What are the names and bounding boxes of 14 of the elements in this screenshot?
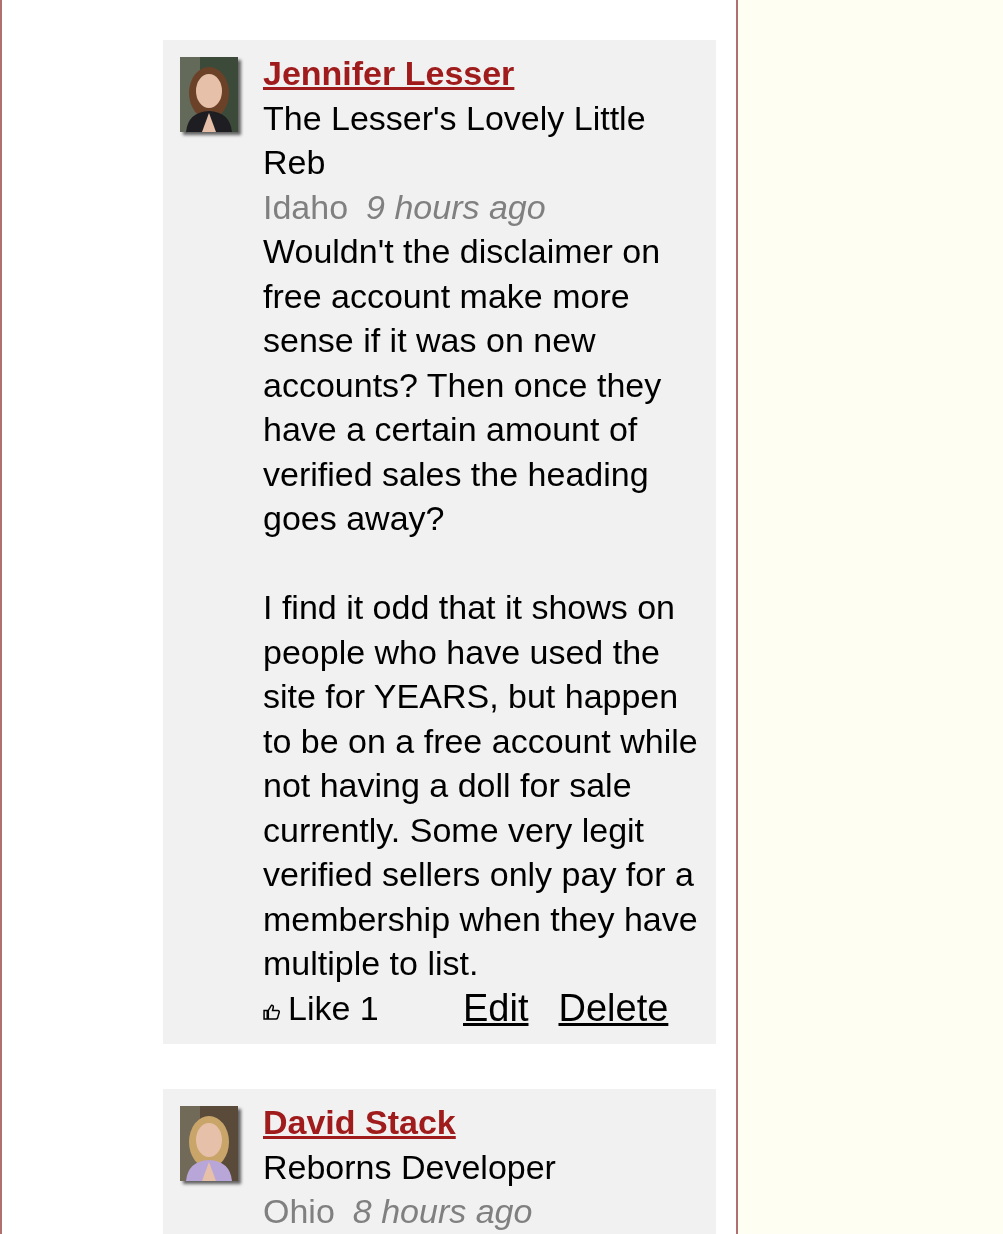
location-text: Ohio: [263, 1192, 335, 1230]
member-title: The Lesser's Lovely Little Reb: [263, 97, 647, 183]
action-link[interactable]: Edit: [463, 985, 529, 1030]
member-title: Reborns Developer: [263, 1146, 556, 1188]
timestamp: 8 hours ago: [352, 1192, 533, 1230]
author-link[interactable]: David Stack: [263, 1103, 456, 1141]
comment-text: Wouldn't the disclaimer on free account make more sense if it was on new accounts? Then once they have a certain amount of verified sales the heading goes away?: [263, 231, 663, 539]
location-text: Idaho: [263, 187, 349, 226]
thumbs-up-icon: [263, 1002, 280, 1020]
timestamp: 9 hours ago: [366, 187, 546, 226]
like-button[interactable]: Like 1: [263, 985, 463, 1030]
action-link[interactable]: Delete: [558, 985, 669, 1030]
comment-text: I find it odd that it shows on people who have used the site for YEARS, but happen to be on a free account while not having a doll for sale currently. Some very legit verified sellers only pay for a membership when they have multiple to list.: [263, 587, 699, 984]
author-link[interactable]: Jennifer Lesser: [263, 54, 515, 92]
